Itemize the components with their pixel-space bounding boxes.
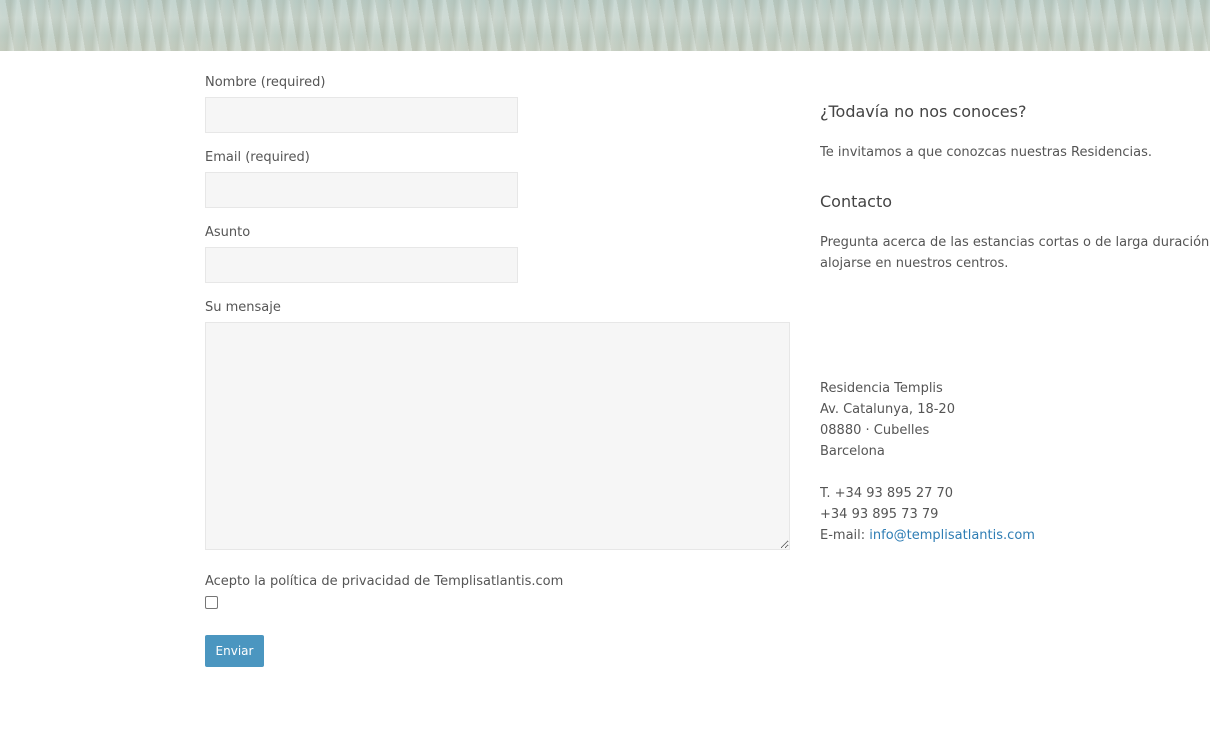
subject-label: Asunto — [205, 225, 251, 240]
contact-info-block: T. +34 93 895 27 70 +34 93 895 73 79 E-m… — [820, 483, 1210, 546]
contact-text-line: alojarse en nuestros centros. — [820, 256, 1009, 271]
contact-title: Contacto — [820, 192, 893, 211]
privacy-label: Acepto la política de privacidad de Temp… — [205, 574, 564, 589]
email-prefix: E-mail: — [820, 528, 866, 543]
region: Barcelona — [820, 444, 885, 459]
message-textarea[interactable] — [205, 322, 790, 550]
privacy-checkbox[interactable] — [205, 596, 218, 609]
header-banner-image — [0, 0, 1210, 51]
postal-city: 08880 · Cubelles — [820, 423, 930, 438]
street-address: Av. Catalunya, 18-20 — [820, 402, 955, 417]
phone-1: T. +34 93 895 27 70 — [820, 486, 954, 501]
residence-name: Residencia Templis — [820, 381, 943, 396]
email-input[interactable] — [205, 172, 518, 208]
name-label: Nombre (required) — [205, 75, 326, 90]
name-input[interactable] — [205, 97, 518, 133]
intro-title: ¿Todavía no nos conoces? — [820, 102, 1027, 121]
message-label: Su mensaje — [205, 300, 281, 315]
email-label: Email (required) — [205, 150, 310, 165]
email-link[interactable]: info@templisatlantis.com — [869, 528, 1035, 543]
contact-text-line: Pregunta acerca de las estancias cortas … — [820, 235, 1210, 250]
intro-text: Te invitamos a que conozcas nuestras Res… — [820, 145, 1152, 160]
submit-button[interactable]: Enviar — [205, 635, 264, 667]
email-line: E-mail: info@templisatlantis.com — [820, 525, 1210, 546]
address-block: Residencia Templis Av. Catalunya, 18-20 … — [820, 378, 1210, 462]
phone-2: +34 93 895 73 79 — [820, 507, 939, 522]
contact-description: Pregunta acerca de las estancias cortas … — [820, 232, 1210, 274]
subject-input[interactable] — [205, 247, 518, 283]
